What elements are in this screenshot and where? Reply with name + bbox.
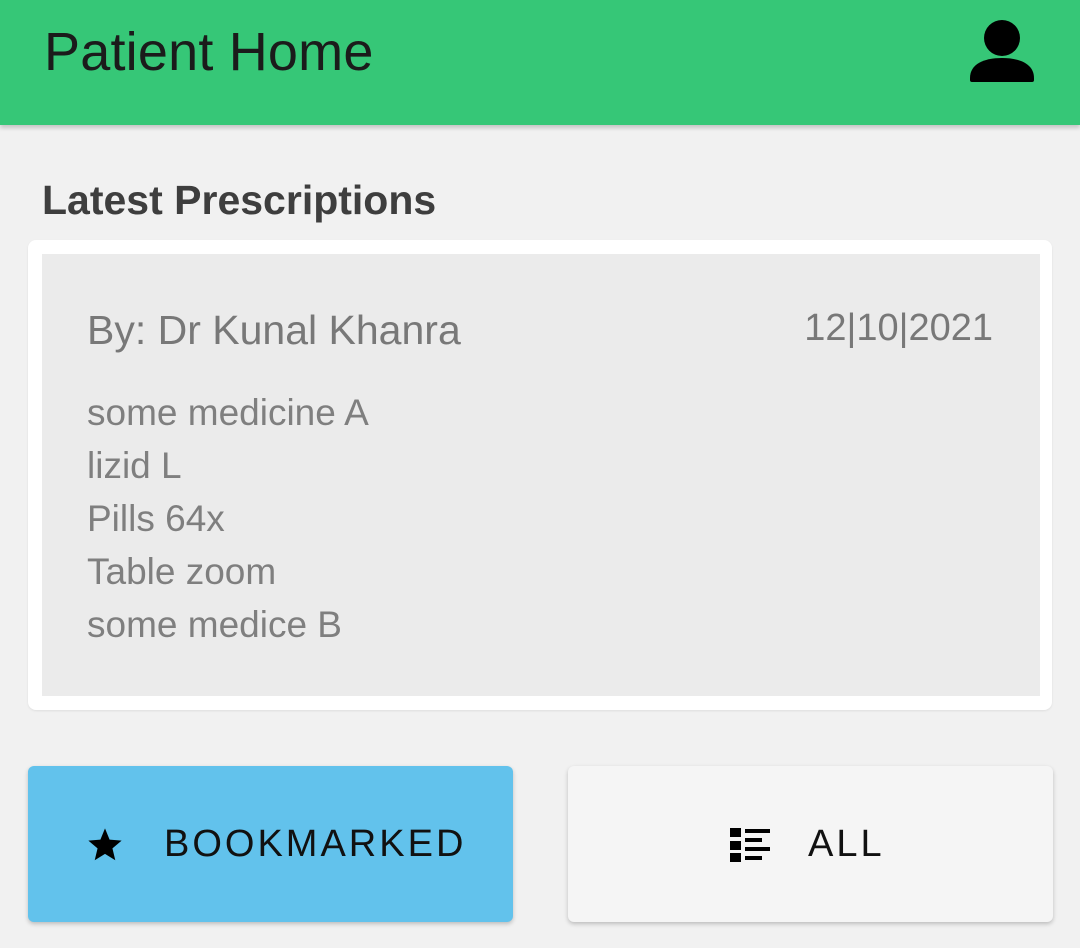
all-button[interactable]: ALL: [568, 766, 1053, 922]
prescription-card[interactable]: By: Dr Kunal Khanra 12|10|2021 some medi…: [28, 240, 1052, 710]
patient-home-screen: Patient Home Latest Prescriptions By: Dr…: [0, 0, 1080, 948]
doctor-name: By: Dr Kunal Khanra: [87, 307, 461, 353]
medicine-item: lizid L: [87, 445, 182, 486]
all-button-label: ALL: [808, 823, 885, 865]
prescription-card-body: By: Dr Kunal Khanra 12|10|2021 some medi…: [42, 254, 1040, 696]
star-icon: [88, 828, 122, 861]
bookmarked-button-label: BOOKMARKED: [164, 823, 467, 865]
page-title: Patient Home: [44, 22, 374, 82]
medicine-list: some medicine A lizid L Pills 64x Table …: [87, 386, 369, 651]
medicine-item: Table zoom: [87, 551, 277, 592]
app-bar: Patient Home: [0, 0, 1080, 125]
bookmarked-button[interactable]: BOOKMARKED: [28, 766, 513, 922]
account-icon: [970, 20, 1034, 82]
prescription-date: 12|10|2021: [804, 307, 993, 349]
medicine-item: some medice B: [87, 604, 342, 645]
medicine-item: some medicine A: [87, 392, 369, 433]
section-title: Latest Prescriptions: [42, 177, 437, 223]
profile-button[interactable]: [962, 12, 1042, 92]
list-icon: [730, 828, 770, 862]
medicine-item: Pills 64x: [87, 498, 225, 539]
